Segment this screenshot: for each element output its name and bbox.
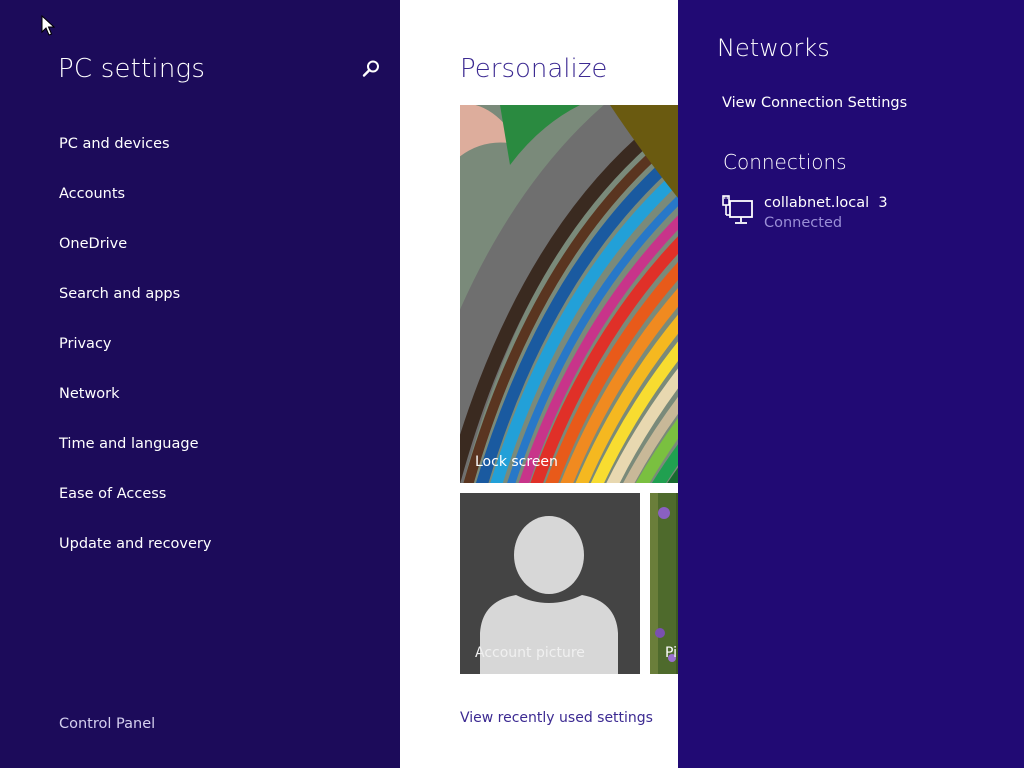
lock-screen-tile[interactable]: Lock screen	[460, 105, 678, 483]
recent-settings-link[interactable]: View recently used settings	[460, 710, 653, 726]
control-panel-link[interactable]: Control Panel	[59, 716, 155, 732]
nav-list: PC and devices Accounts OneDrive Search …	[59, 133, 211, 583]
connection-item[interactable]: collabnet.local 3 Connected	[722, 195, 1002, 239]
nav-item-onedrive[interactable]: OneDrive	[59, 233, 211, 283]
personalize-pane: Personalize Lock screen Account picture …	[400, 0, 678, 768]
wired-network-icon	[722, 195, 756, 227]
nav-item-search-and-apps[interactable]: Search and apps	[59, 283, 211, 333]
nav-item-accounts[interactable]: Accounts	[59, 183, 211, 233]
nav-item-pc-and-devices[interactable]: PC and devices	[59, 133, 211, 183]
nav-item-privacy[interactable]: Privacy	[59, 333, 211, 383]
page-title: Personalize	[460, 54, 608, 84]
nav-title: PC settings	[58, 54, 206, 84]
account-picture-tile[interactable]: Account picture	[460, 493, 640, 674]
nav-item-ease-of-access[interactable]: Ease of Access	[59, 483, 211, 533]
connections-heading: Connections	[723, 150, 847, 174]
lock-screen-label: Lock screen	[475, 454, 558, 470]
lock-screen-image	[460, 105, 678, 483]
account-picture-label: Account picture	[475, 645, 585, 661]
picture-password-label: Pi	[665, 645, 678, 661]
search-icon[interactable]	[360, 58, 382, 80]
nav-item-network[interactable]: Network	[59, 383, 211, 433]
connection-name: collabnet.local 3	[764, 195, 888, 211]
mouse-pointer-icon	[41, 14, 56, 37]
nav-pane: PC settings PC and devices Accounts OneD…	[0, 0, 400, 768]
networks-flyout: Networks View Connection Settings Connec…	[678, 0, 1024, 768]
picture-password-tile[interactable]: Pi	[650, 493, 678, 674]
connection-status: Connected	[764, 215, 843, 231]
view-connection-settings-link[interactable]: View Connection Settings	[722, 95, 907, 111]
nav-item-time-and-language[interactable]: Time and language	[59, 433, 211, 483]
nav-item-update-and-recovery[interactable]: Update and recovery	[59, 533, 211, 583]
pc-settings-screen: PC settings PC and devices Accounts OneD…	[0, 0, 1024, 768]
flyout-title: Networks	[717, 34, 830, 62]
